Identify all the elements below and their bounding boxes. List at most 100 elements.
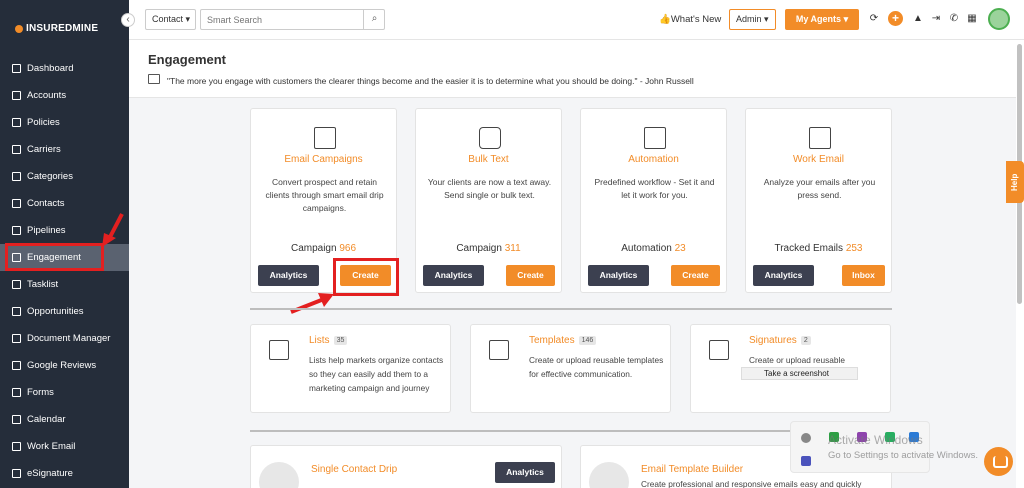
- whats-new-link[interactable]: 👍What's New: [659, 14, 721, 25]
- tasklist-icon: [12, 280, 21, 289]
- create-text-button[interactable]: Create: [506, 265, 555, 286]
- system-tray-popup: [790, 421, 930, 473]
- card-title[interactable]: Email Campaigns: [251, 154, 396, 165]
- teams-icon[interactable]: [801, 456, 811, 466]
- analytics-button[interactable]: Analytics: [423, 265, 484, 286]
- section-divider: [250, 308, 892, 310]
- tile-description: Lists help markets organize contacts so …: [309, 355, 444, 393]
- google-icon: [12, 361, 21, 370]
- card-title[interactable]: Single Contact Drip: [311, 464, 397, 475]
- count-label: Campaign: [290, 243, 337, 254]
- logo-mark-icon: [15, 24, 23, 33]
- sidebar-item-categories[interactable]: Categories: [0, 163, 129, 190]
- brand-name: INSUREDMINE: [26, 23, 99, 34]
- tile-title-text: Signatures: [749, 335, 797, 346]
- card-title[interactable]: Bulk Text: [416, 154, 561, 165]
- workflow-icon: [644, 127, 666, 149]
- sidebar-item-carriers[interactable]: Carriers: [0, 136, 129, 163]
- calculator-icon[interactable]: ▦: [966, 13, 978, 25]
- card-automation: Automation Predefined workflow - Set it …: [580, 108, 727, 293]
- email-campaign-icon: [314, 127, 336, 149]
- count-value: 253: [845, 243, 863, 254]
- tile-description: Create or upload reusable: [749, 355, 845, 365]
- sidebar-item-label: Pipelines: [27, 225, 66, 236]
- chat-bubble-icon: [479, 127, 501, 149]
- tile-title[interactable]: Signatures 2: [749, 335, 811, 346]
- envelope-icon: [148, 74, 160, 84]
- count-value: 966: [339, 243, 357, 254]
- sidebar-item-label: Contacts: [27, 198, 65, 209]
- search-icon[interactable]: ⌕: [363, 9, 385, 30]
- checklist-icon: [269, 340, 289, 360]
- brand-logo[interactable]: INSUREDMINE: [15, 23, 98, 34]
- chat-icon[interactable]: [984, 447, 1013, 476]
- analytics-button[interactable]: Analytics: [495, 462, 555, 483]
- card-description: Your clients are now a text away. Send s…: [427, 177, 552, 200]
- analytics-button[interactable]: Analytics: [258, 265, 319, 286]
- analytics-button[interactable]: Analytics: [588, 265, 649, 286]
- card-count: Campaign 966: [251, 243, 396, 254]
- sidebar-item-calendar[interactable]: Calendar: [0, 406, 129, 433]
- card-title[interactable]: Automation: [581, 154, 726, 165]
- sidebar-item-tasklist[interactable]: Tasklist: [0, 271, 129, 298]
- tile-title[interactable]: Lists 35: [309, 335, 348, 346]
- create-highlight-annotation: [333, 258, 399, 296]
- help-tab[interactable]: Help: [1006, 161, 1024, 203]
- add-button[interactable]: +: [888, 11, 903, 26]
- dashboard-icon: [12, 64, 21, 73]
- admin-select[interactable]: Admin ▾: [729, 9, 776, 30]
- categories-icon: [12, 172, 21, 181]
- contacts-icon: [12, 199, 21, 208]
- bell-icon[interactable]: ▲: [912, 13, 924, 25]
- logout-icon[interactable]: ⇥: [930, 13, 942, 25]
- card-single-contact-drip: Single Contact Drip Analytics: [250, 445, 562, 488]
- tile-templates: Templates 146 Create or upload reusable t…: [470, 324, 671, 413]
- sidebar-collapse-button[interactable]: ‹: [121, 13, 135, 27]
- sidebar-item-label: eSignature: [27, 468, 73, 479]
- sidebar-item-opportunities[interactable]: Opportunities: [0, 298, 129, 325]
- policies-icon: [12, 118, 21, 127]
- tile-title-text: Lists: [309, 335, 330, 346]
- sidebar-item-document-manager[interactable]: Document Manager: [0, 325, 129, 352]
- user-avatar[interactable]: [988, 8, 1010, 30]
- refresh-icon[interactable]: ⟳: [868, 13, 880, 25]
- card-count: Automation 23: [581, 243, 726, 254]
- engagement-highlight-annotation: [5, 243, 104, 271]
- my-agents-button[interactable]: My Agents ▾: [785, 9, 859, 30]
- forms-icon: [12, 388, 21, 397]
- create-automation-button[interactable]: Create: [671, 265, 720, 286]
- top-bar: Contact ▾ ⌕ 👍What's New Admin ▾ My Agent…: [129, 0, 1024, 40]
- windows-activation-title: Activate Windows: [828, 433, 923, 447]
- phone-icon[interactable]: ✆: [948, 13, 960, 25]
- sidebar-item-label: Forms: [27, 387, 54, 398]
- sidebar-item-label: Work Email: [27, 441, 76, 452]
- sidebar-item-label: Calendar: [27, 414, 66, 425]
- tile-description: Create or upload reusable templates for …: [529, 355, 664, 379]
- cloud-icon[interactable]: [801, 433, 811, 443]
- count-badge: 146: [578, 335, 597, 345]
- create-arrow-annotation: [290, 293, 334, 314]
- tile-title-text: Templates: [529, 335, 575, 346]
- card-title[interactable]: Work Email: [746, 154, 891, 165]
- sidebar-item-forms[interactable]: Forms: [0, 379, 129, 406]
- template-builder-icon: [589, 462, 629, 488]
- sidebar-item-work-email[interactable]: Work Email: [0, 433, 129, 460]
- tile-title[interactable]: Templates 146: [529, 335, 597, 346]
- hand-icon: 👍: [659, 14, 671, 25]
- sidebar-item-policies[interactable]: Policies: [0, 109, 129, 136]
- sidebar-item-dashboard[interactable]: Dashboard: [0, 55, 129, 82]
- search-scope-select[interactable]: Contact ▾: [145, 9, 196, 30]
- inbox-button[interactable]: Inbox: [842, 265, 885, 286]
- card-description: Predefined workflow - Set it and let it …: [594, 177, 715, 200]
- smart-search-input[interactable]: [200, 9, 385, 30]
- sidebar-item-accounts[interactable]: Accounts: [0, 82, 129, 109]
- analytics-button[interactable]: Analytics: [753, 265, 814, 286]
- count-value: 311: [504, 243, 521, 254]
- sidebar-item-label: Tasklist: [27, 279, 59, 290]
- sidebar-item-google-reviews[interactable]: Google Reviews: [0, 352, 129, 379]
- search-scope-value: Contact: [152, 14, 184, 24]
- carriers-icon: [12, 145, 21, 154]
- card-description: Convert prospect and retain clients thro…: [265, 177, 384, 213]
- card-title[interactable]: Email Template Builder: [641, 464, 743, 475]
- sidebar-item-esignature[interactable]: eSignature: [0, 460, 129, 487]
